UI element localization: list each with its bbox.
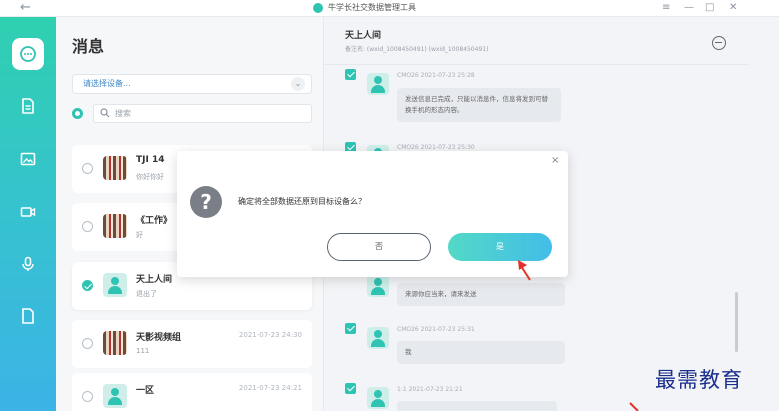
message-meta: CMO26 2021-07-23 25:31	[397, 326, 475, 333]
divider	[324, 64, 749, 65]
conversation-preview: 你好你好	[136, 173, 164, 181]
nav-item-images[interactable]	[12, 143, 44, 175]
maximize-icon[interactable]: □	[705, 0, 714, 16]
conversation-preview: 111	[136, 347, 150, 355]
yes-button[interactable]: 是	[448, 233, 552, 261]
avatar	[367, 387, 389, 409]
conversation-checkbox[interactable]	[82, 163, 93, 174]
avatar	[103, 384, 127, 408]
conversation-name: 天影视频组	[136, 333, 182, 343]
nav-item-documents[interactable]	[12, 300, 44, 332]
conversation-preview: 退出了	[136, 290, 157, 298]
search-icon	[100, 108, 110, 118]
avatar	[367, 327, 389, 349]
chat-icon	[20, 46, 36, 62]
nav-item-audio[interactable]	[12, 248, 44, 280]
conversation-checkbox[interactable]	[82, 280, 93, 291]
conversation-time: 2021-07-23 24:30	[238, 331, 302, 339]
nav-item-messages[interactable]	[12, 38, 44, 70]
avatar	[103, 273, 127, 297]
chevron-down-icon: ⌄	[291, 77, 305, 91]
conversation-preview: 好	[136, 231, 143, 239]
conversation-time: 2021-07-23 24:21	[238, 384, 302, 392]
nav-item-files[interactable]	[12, 90, 44, 122]
back-arrow-icon[interactable]: ←	[20, 0, 31, 16]
device-select-value: 请选择设备...	[83, 79, 131, 88]
video-icon	[20, 207, 36, 217]
file-icon	[22, 98, 34, 114]
question-icon: ?	[190, 186, 222, 218]
page-title: 消息	[72, 37, 105, 56]
app-title: 牛学长社交数据管理工具	[328, 3, 416, 12]
conversation-checkbox[interactable]	[82, 338, 93, 349]
message-bubble: 来源你应当来，请来发送	[397, 283, 565, 306]
app-logo-icon	[313, 3, 323, 13]
watermark-text: 最需教育	[655, 368, 743, 392]
dialog-message: 确定将全部数据还原到目标设备么？	[238, 197, 366, 206]
avatar	[367, 73, 389, 95]
select-all-radio[interactable]	[72, 108, 83, 119]
conversation-name: 《工作》	[136, 216, 173, 226]
message-bubble: 发送信息已完成，只能以消息件，信息将发到可替换手机的形态内容。	[397, 88, 561, 122]
avatar	[367, 275, 389, 297]
message-checkbox[interactable]	[345, 69, 356, 80]
conversation-name: TJI 14	[136, 155, 165, 165]
message-meta: CMO26 2021-07-23 25:28	[397, 72, 475, 79]
title-bar: ← 牛学长社交数据管理工具 ≡ — □ ✕	[0, 0, 779, 17]
conversation-item[interactable]: 天影视频组 111 2021-07-23 24:30	[72, 320, 312, 368]
conversation-checkbox[interactable]	[82, 221, 93, 232]
menu-icon[interactable]: ≡	[662, 0, 670, 16]
search-input[interactable]: 搜索	[93, 104, 312, 123]
message-meta: 1:1 2021-07-23 21:21	[397, 386, 463, 393]
minus-circle-icon[interactable]	[712, 36, 726, 50]
minimize-icon[interactable]: —	[684, 0, 694, 16]
message-bubble	[397, 401, 557, 411]
message-checkbox[interactable]	[345, 383, 356, 394]
conversation-checkbox[interactable]	[82, 391, 93, 402]
close-icon[interactable]: ×	[551, 155, 559, 166]
message-checkbox[interactable]	[345, 323, 356, 334]
close-icon[interactable]: ✕	[729, 0, 737, 16]
avatar	[103, 214, 127, 238]
left-nav	[0, 17, 56, 411]
device-select[interactable]: 请选择设备... ⌄	[72, 74, 312, 94]
conversation-name: 一区	[136, 386, 155, 396]
chat-scrollbar[interactable]	[735, 292, 738, 352]
no-button[interactable]: 否	[327, 233, 431, 261]
conversation-item[interactable]: 一区 2021-07-23 24:21	[72, 373, 312, 411]
document-icon	[22, 308, 34, 324]
message-meta: CMO26 2021-07-23 25:30	[397, 144, 475, 151]
search-placeholder: 搜索	[115, 109, 131, 118]
message-bubble: 我	[397, 341, 565, 364]
conversation-name: 天上人间	[136, 275, 173, 285]
chat-subtitle: 备注名: (wxid_1008450491) (wxid_1008450491)	[345, 46, 489, 53]
avatar	[103, 156, 127, 180]
avatar	[103, 331, 127, 355]
nav-item-videos[interactable]	[12, 196, 44, 228]
chat-title: 天上人间	[345, 31, 382, 41]
confirm-dialog: × ? 确定将全部数据还原到目标设备么？ 否 是	[177, 151, 568, 277]
image-icon	[20, 152, 36, 166]
microphone-icon	[22, 256, 34, 271]
